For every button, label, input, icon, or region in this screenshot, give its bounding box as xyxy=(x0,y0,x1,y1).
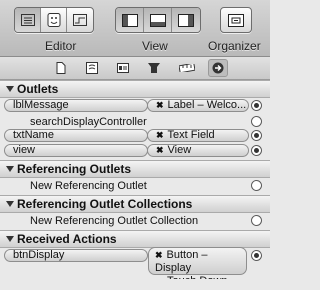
referencing-outlet-row: New Referencing Outlet xyxy=(0,178,270,194)
new-referencing-outlet-label: New Referencing Outlet xyxy=(30,180,147,192)
version-editor-icon xyxy=(73,14,87,26)
disconnect-icon[interactable]: ✖ xyxy=(156,130,164,140)
connection-circle-icon[interactable] xyxy=(251,180,262,191)
tab-connections-inspector[interactable] xyxy=(208,59,228,77)
connection-circle-icon[interactable] xyxy=(251,215,262,226)
received-actions-section-header[interactable]: Received Actions xyxy=(0,230,270,248)
bottom-panel-icon xyxy=(149,13,166,27)
outlets-section-header[interactable]: Outlets xyxy=(0,80,270,98)
assistant-editor-icon xyxy=(47,13,60,27)
action-name-pill[interactable]: btnDisplay xyxy=(4,249,148,262)
section-title: Referencing Outlets xyxy=(17,162,132,176)
identity-icon xyxy=(117,63,129,73)
attributes-icon xyxy=(148,63,160,73)
referencing-outlet-collection-row: New Referencing Outlet Collection xyxy=(0,213,270,229)
toolbar: Editor View Organizer xyxy=(0,0,270,57)
standard-editor-icon xyxy=(20,14,35,26)
section-title: Outlets xyxy=(17,82,59,96)
outlet-row: view ✖ View xyxy=(0,143,270,159)
assistant-editor-button[interactable] xyxy=(41,8,67,32)
connection-target-pill[interactable]: ✖ Label – Welco... xyxy=(147,99,249,112)
connection-target-pill[interactable]: ✖ View xyxy=(147,144,249,157)
section-title: Referencing Outlet Collections xyxy=(17,197,193,211)
panel-bottom xyxy=(0,279,270,290)
disclosure-triangle-icon xyxy=(6,236,14,242)
disclosure-triangle-icon xyxy=(6,201,14,207)
disconnect-icon[interactable]: ✖ xyxy=(156,145,164,155)
file-icon xyxy=(56,62,66,74)
outlet-name-pill[interactable]: view xyxy=(4,144,148,157)
utilities-toggle-button[interactable] xyxy=(172,8,200,32)
referencing-outlets-section-header[interactable]: Referencing Outlets xyxy=(0,160,270,178)
quick-help-icon xyxy=(86,62,98,74)
disconnect-icon[interactable]: ✖ xyxy=(156,100,164,110)
organizer-label: Organizer xyxy=(208,39,261,53)
inspector-tab-bar xyxy=(0,57,270,80)
standard-editor-button[interactable] xyxy=(15,8,41,32)
referencing-outlet-collections-section-header[interactable]: Referencing Outlet Collections xyxy=(0,195,270,213)
section-title: Received Actions xyxy=(17,232,117,246)
outlet-name-pill[interactable]: txtName xyxy=(4,129,148,142)
disclosure-triangle-icon xyxy=(6,86,14,92)
new-referencing-outlet-collection-label: New Referencing Outlet Collection xyxy=(30,215,199,227)
size-icon xyxy=(179,64,195,72)
organizer-icon xyxy=(228,13,244,27)
outlet-name: searchDisplayController xyxy=(30,116,147,128)
connection-circle-icon[interactable] xyxy=(251,130,262,141)
editor-label: Editor xyxy=(45,39,77,53)
disconnect-icon[interactable]: ✖ xyxy=(155,250,163,260)
tab-attributes-inspector[interactable] xyxy=(144,59,164,77)
right-panel-icon xyxy=(178,13,194,27)
view-segmented-control xyxy=(115,7,201,33)
editor-segmented-control xyxy=(14,7,94,33)
connection-target-pill[interactable]: ✖ Text Field xyxy=(147,129,249,142)
tab-identity-inspector[interactable] xyxy=(113,59,133,77)
disclosure-triangle-icon xyxy=(6,166,14,172)
organizer-control xyxy=(220,7,252,33)
tab-file-inspector[interactable] xyxy=(51,59,71,77)
connection-circle-icon[interactable] xyxy=(251,145,262,156)
connections-icon xyxy=(212,62,224,74)
version-editor-button[interactable] xyxy=(67,8,93,32)
action-target-pill[interactable]: ✖Button – Display Touch Down xyxy=(148,247,247,287)
connection-circle-icon[interactable] xyxy=(251,100,262,111)
outlet-name-pill[interactable]: lblMessage xyxy=(4,99,148,112)
left-panel-icon xyxy=(121,13,138,27)
outlet-row: txtName ✖ Text Field xyxy=(0,128,270,144)
debug-area-toggle-button[interactable] xyxy=(144,8,172,32)
navigator-toggle-button[interactable] xyxy=(116,8,144,32)
organizer-button[interactable] xyxy=(221,8,251,32)
view-label: View xyxy=(142,39,168,53)
outlet-row: lblMessage ✖ Label – Welco... xyxy=(0,98,270,114)
tab-size-inspector[interactable] xyxy=(177,59,197,77)
tab-quick-help[interactable] xyxy=(82,59,102,77)
connection-circle-icon[interactable] xyxy=(251,116,262,127)
connection-circle-icon[interactable] xyxy=(251,250,262,261)
